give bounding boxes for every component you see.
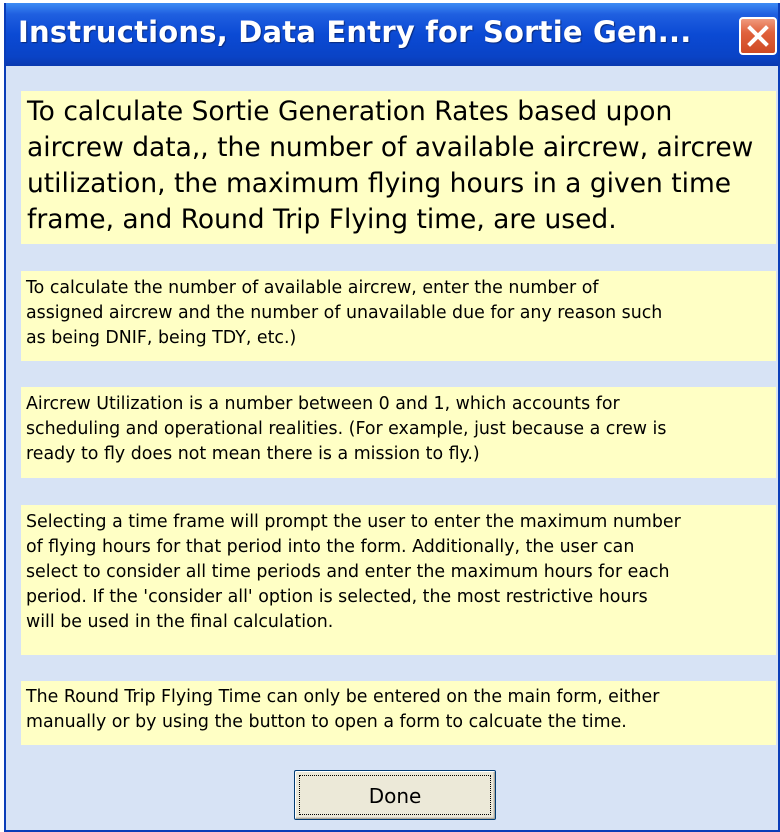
panel-line: To calculate Sortie Generation Rates bas… xyxy=(27,96,673,127)
panel-line: will be used in the final calculation. xyxy=(26,612,334,632)
panel-line: manually or by using the button to open … xyxy=(26,712,627,732)
panel-line: frame, and Round Trip Flying time, are u… xyxy=(27,204,617,235)
close-x-icon xyxy=(747,25,769,47)
panel-line: assigned aircrew and the number of unava… xyxy=(26,303,663,323)
panel-line: utilization, the maximum flying hours in… xyxy=(27,168,732,199)
intro-panel: To calculate Sortie Generation Rates bas… xyxy=(21,91,776,244)
panel-line: ready to fly does not mean there is a mi… xyxy=(26,444,480,464)
done-button[interactable]: Done xyxy=(294,770,496,820)
close-button[interactable] xyxy=(739,17,777,55)
window-title: Instructions, Data Entry for Sortie Gen.… xyxy=(18,15,692,49)
panel-line: aircrew data,, the number of available a… xyxy=(27,132,754,163)
available-aircrew-panel: To calculate the number of available air… xyxy=(21,271,776,361)
time-frame-panel: Selecting a time frame will prompt the u… xyxy=(21,505,776,655)
panel-line: as being DNIF, being TDY, etc.) xyxy=(26,328,297,348)
panel-line: The Round Trip Flying Time can only be e… xyxy=(26,687,660,707)
panel-line: To calculate the number of available air… xyxy=(26,278,599,298)
instructions-dialog: Instructions, Data Entry for Sortie Gen.… xyxy=(4,3,780,832)
done-button-label: Done xyxy=(368,784,422,808)
title-bar[interactable]: Instructions, Data Entry for Sortie Gen.… xyxy=(6,3,778,66)
panel-line: Selecting a time frame will prompt the u… xyxy=(26,512,681,532)
aircrew-utilization-panel: Aircrew Utilization is a number between … xyxy=(21,387,776,478)
panel-line: of flying hours for that period into the… xyxy=(26,537,635,557)
panel-line: period. If the 'consider all' option is … xyxy=(26,587,648,607)
panel-line: scheduling and operational realities. (F… xyxy=(26,419,667,439)
panel-line: select to consider all time periods and … xyxy=(26,562,670,582)
round-trip-panel: The Round Trip Flying Time can only be e… xyxy=(21,681,776,745)
panel-line: Aircrew Utilization is a number between … xyxy=(26,394,620,414)
